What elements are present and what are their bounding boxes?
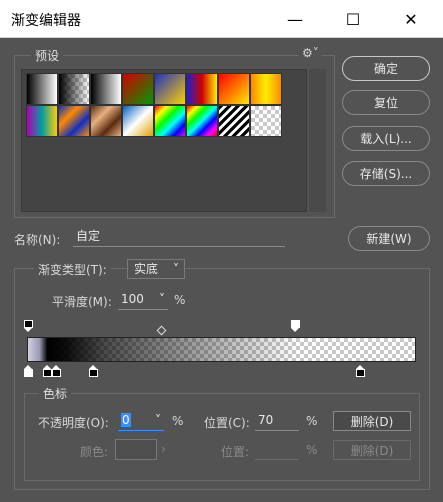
stops-panel: 色标 xyxy=(24,385,420,481)
location-unit: % xyxy=(306,414,318,428)
gradient-bar[interactable] xyxy=(27,337,416,362)
gradient-type-label: 渐变类型(T): xyxy=(34,261,111,278)
reset-button[interactable]: 复位 xyxy=(342,90,430,115)
name-field[interactable]: 自定 xyxy=(73,227,285,247)
load-button[interactable]: 载入(L)... xyxy=(342,126,430,151)
presets-label: 预设 xyxy=(31,47,64,64)
presets-list xyxy=(21,69,307,212)
close-button[interactable]: ✕ xyxy=(382,0,440,38)
color-swatch[interactable] xyxy=(115,439,157,460)
color-location-label: 位置: xyxy=(221,445,250,459)
name-label: 名称(N): xyxy=(14,233,61,247)
preset-swatch[interactable] xyxy=(26,73,58,105)
preset-swatch[interactable] xyxy=(250,73,282,105)
smoothness-unit: % xyxy=(174,293,186,307)
smoothness-field[interactable]: 100 ˅ xyxy=(118,290,168,310)
window-title: 渐变编辑器 xyxy=(11,13,81,29)
preset-swatch[interactable] xyxy=(90,73,122,105)
color-label: 颜色: xyxy=(80,445,109,459)
opacity-field[interactable]: 0 ˅ xyxy=(118,411,164,431)
color-stop[interactable] xyxy=(52,365,61,377)
color-location-field[interactable] xyxy=(255,440,299,460)
opacity-stop-selected[interactable] xyxy=(291,320,300,332)
smoothness-label: 平滑度(M): xyxy=(52,295,112,309)
chevron-down-icon: ˅ xyxy=(159,292,165,306)
maximize-button[interactable]: ☐ xyxy=(324,0,382,38)
preset-swatch[interactable] xyxy=(122,73,154,105)
preset-swatch[interactable] xyxy=(186,73,218,105)
save-button[interactable]: 存储(S)... xyxy=(342,161,430,186)
stops-label: 色标 xyxy=(39,385,72,402)
opacity-label: 不透明度(O): xyxy=(38,416,109,430)
chevron-down-icon: ˅ xyxy=(173,262,179,276)
color-stop[interactable] xyxy=(24,365,33,377)
preset-swatch[interactable] xyxy=(186,105,218,137)
preset-swatch[interactable] xyxy=(122,105,154,137)
new-button[interactable]: 新建(W) xyxy=(348,226,430,251)
ok-button[interactable]: 确定 xyxy=(342,56,430,81)
opacity-stop[interactable] xyxy=(24,320,33,332)
location-label: 位置(C): xyxy=(204,416,250,430)
preset-swatch[interactable] xyxy=(58,73,90,105)
opacity-value: 0 xyxy=(121,413,131,427)
preset-swatch[interactable] xyxy=(58,105,90,137)
gear-icon[interactable]: ⚙˅ xyxy=(299,46,322,60)
presets-panel: 预设 ⚙˅ xyxy=(14,46,335,218)
preset-swatch[interactable] xyxy=(154,105,186,137)
color-location-unit: % xyxy=(306,443,318,457)
preset-swatch[interactable] xyxy=(26,105,58,137)
delete-color-stop-button[interactable]: 删除(D) xyxy=(333,440,411,460)
gradient-type-value: 实底 xyxy=(134,262,159,276)
maximize-icon: ☐ xyxy=(345,9,361,29)
opacity-unit: % xyxy=(172,414,184,428)
close-icon: ✕ xyxy=(404,9,418,29)
minimize-button[interactable]: — xyxy=(266,0,324,38)
preset-swatch[interactable] xyxy=(90,105,122,137)
location-field[interactable]: 70 xyxy=(255,411,299,431)
minimize-icon: — xyxy=(287,9,303,29)
gradient-type-select[interactable]: 实底 ˅ xyxy=(127,259,185,279)
title-bar: 渐变编辑器 — ☐ ✕ xyxy=(0,0,443,38)
chevron-down-icon: ˅ xyxy=(155,413,161,427)
preset-swatch[interactable] xyxy=(250,105,282,137)
preset-swatch[interactable] xyxy=(218,105,250,137)
preset-swatch[interactable] xyxy=(218,73,250,105)
preset-swatch[interactable] xyxy=(154,73,186,105)
color-stop[interactable] xyxy=(43,365,52,377)
smoothness-value: 100 xyxy=(121,292,144,306)
color-stop[interactable] xyxy=(356,365,365,377)
color-stop[interactable] xyxy=(89,365,98,377)
presets-scrollbar[interactable] xyxy=(309,69,326,212)
delete-opacity-stop-button[interactable]: 删除(D) xyxy=(333,411,411,431)
chevron-right-icon: › xyxy=(161,442,166,456)
